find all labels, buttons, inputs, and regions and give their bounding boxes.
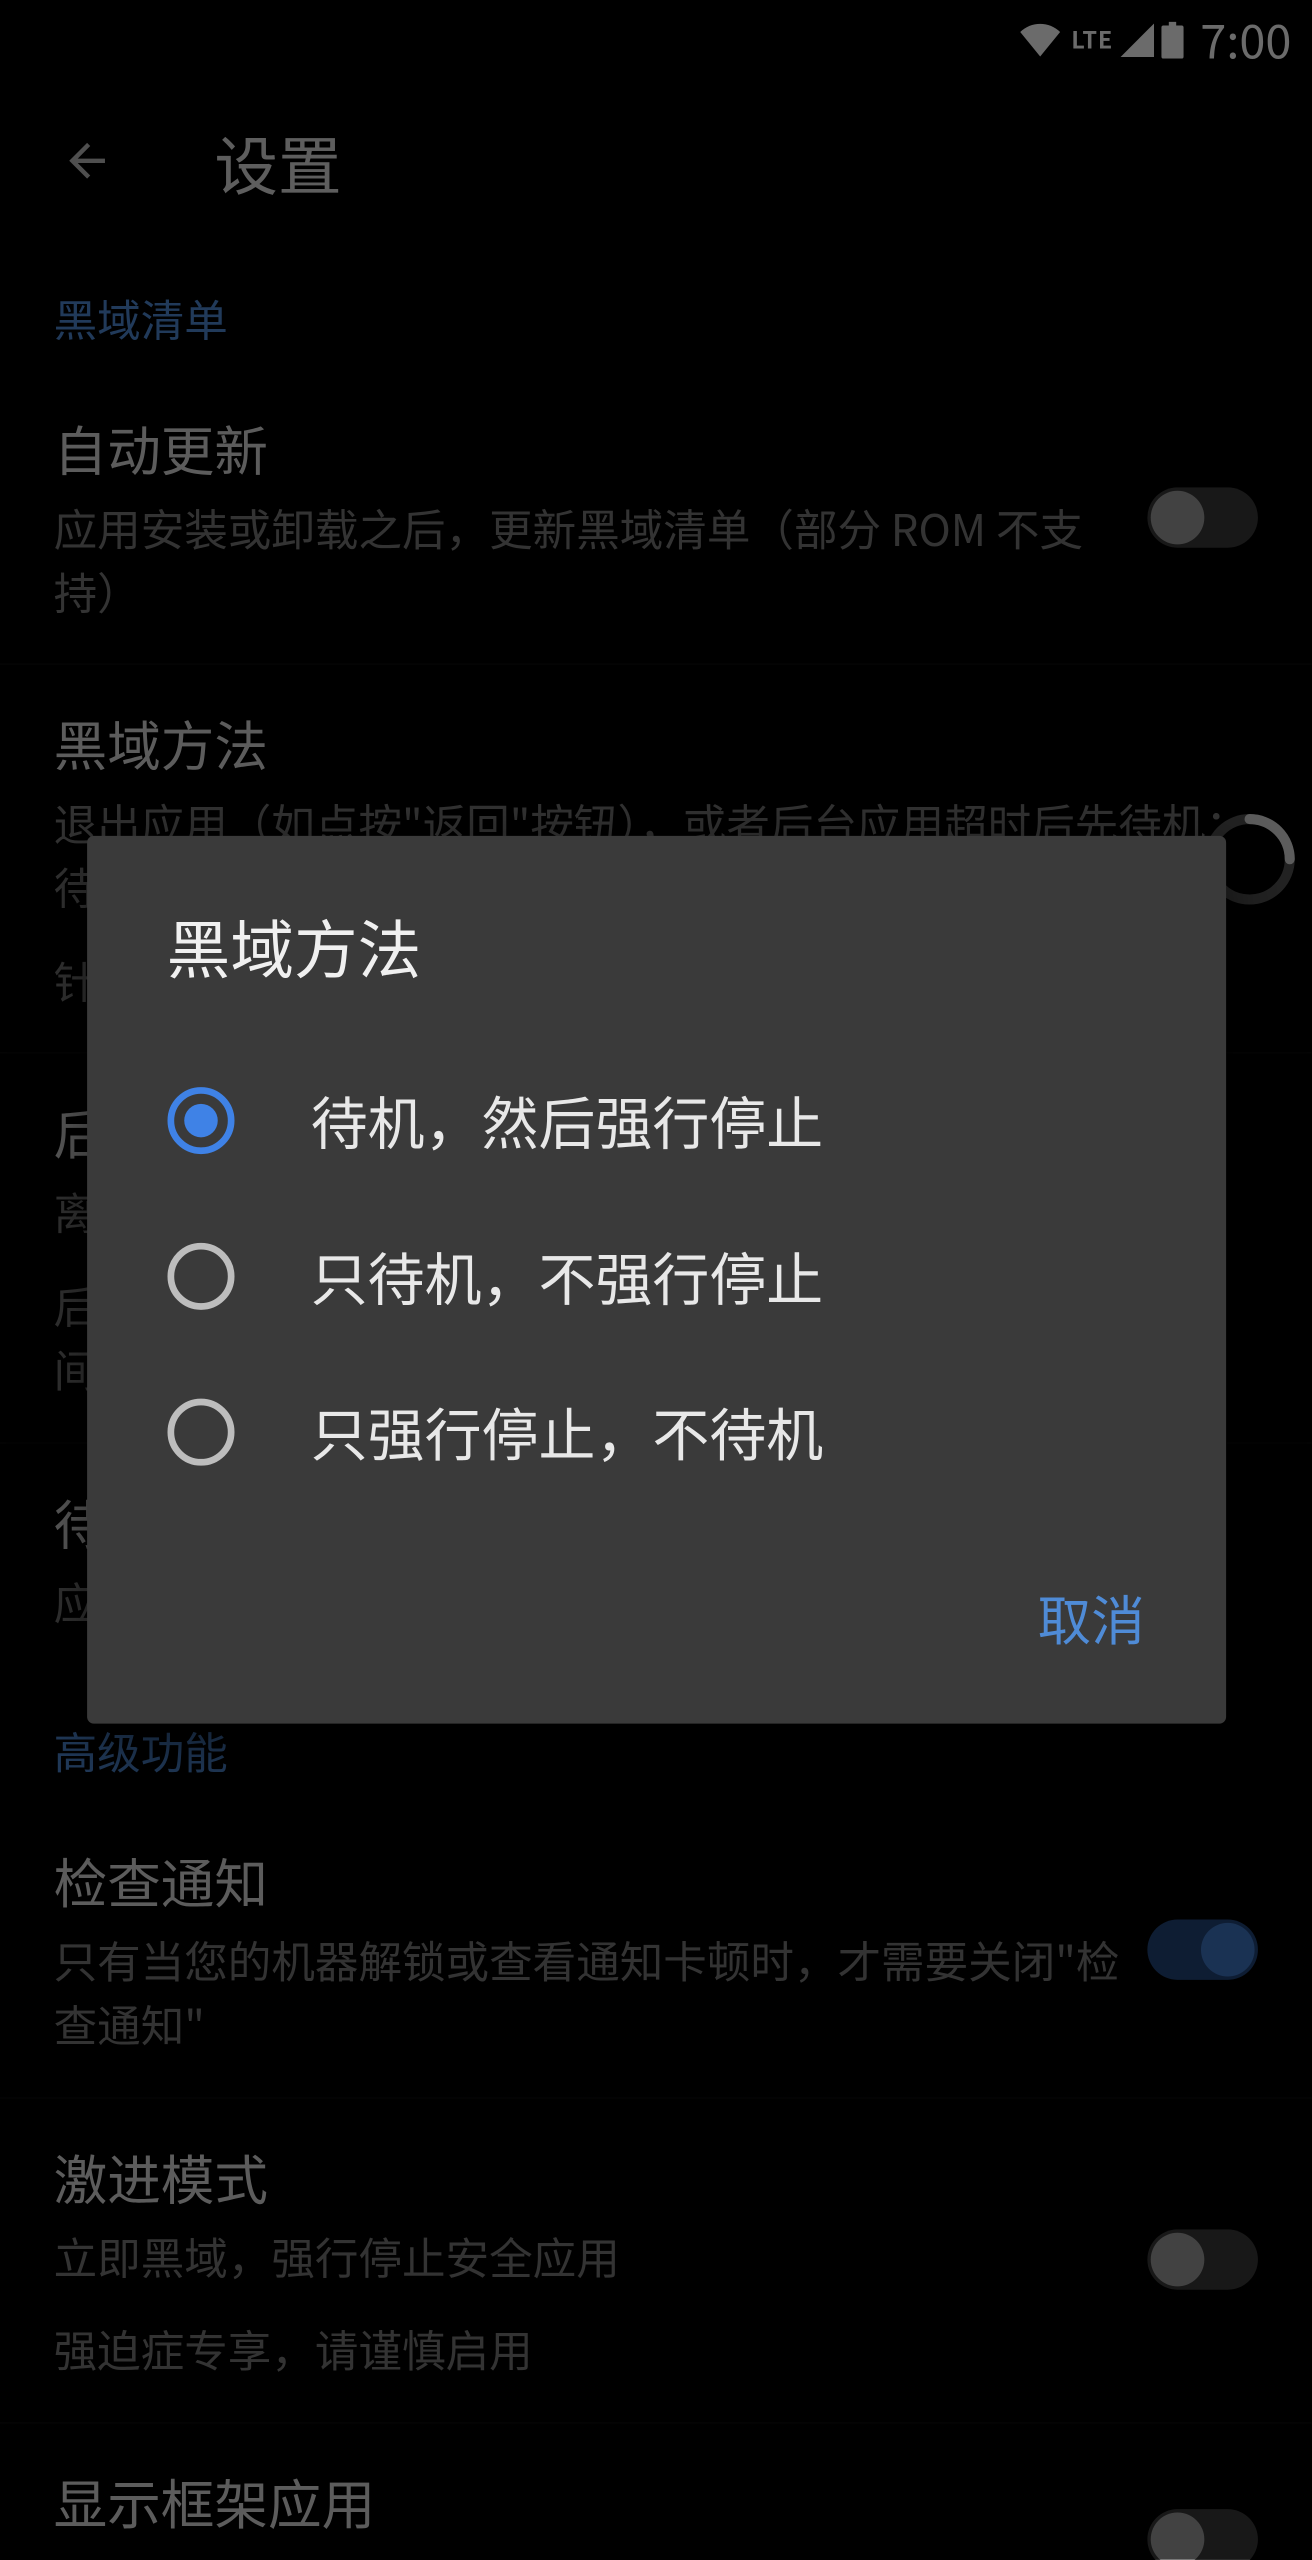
method-dialog: 黑域方法 待机，然后强行停止 只待机，不强行停止 只强行停止，不待机 取消: [86, 836, 1225, 1724]
dialog-actions: 取消: [86, 1539, 1225, 1710]
radio-option-0[interactable]: 待机，然后强行停止: [86, 1042, 1225, 1198]
cancel-button[interactable]: 取消: [1004, 1559, 1178, 1676]
dialog-options: 待机，然后强行停止 只待机，不强行停止 只强行停止，不待机: [86, 1028, 1225, 1539]
radio-icon: [167, 1086, 234, 1153]
radio-option-1[interactable]: 只待机，不强行停止: [86, 1198, 1225, 1354]
radio-icon: [167, 1398, 234, 1465]
radio-option-2[interactable]: 只强行停止，不待机: [86, 1353, 1225, 1509]
radio-label: 待机，然后强行停止: [311, 1079, 824, 1161]
dialog-title: 黑域方法: [86, 836, 1225, 1029]
radio-label: 只待机，不强行停止: [311, 1234, 824, 1316]
radio-label: 只强行停止，不待机: [311, 1390, 824, 1472]
radio-icon: [167, 1242, 234, 1309]
